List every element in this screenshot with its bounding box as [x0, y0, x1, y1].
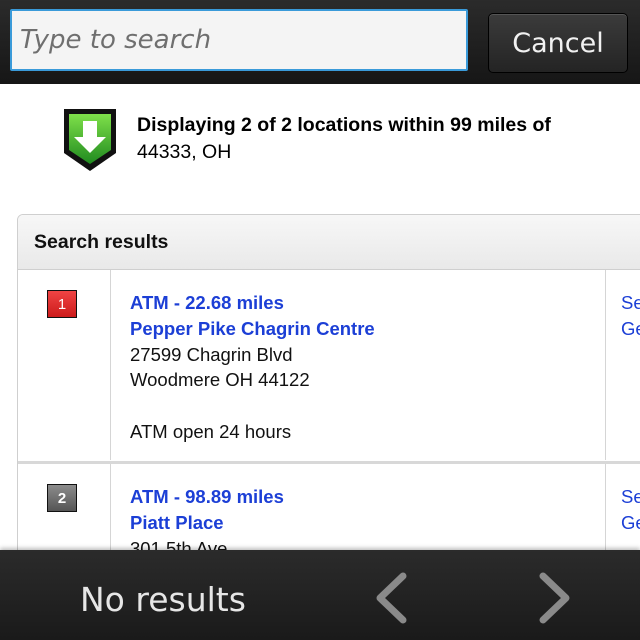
chevron-left-icon[interactable]	[368, 570, 418, 626]
result-link-2[interactable]: Ge	[621, 316, 640, 342]
result-link-1[interactable]: Se	[621, 484, 640, 510]
result-note: ATM open 24 hours	[130, 421, 292, 442]
results-header-title: Search results	[34, 230, 169, 253]
chevron-right-icon[interactable]	[528, 570, 578, 626]
result-links: Se Ge	[605, 270, 640, 460]
result-title-link[interactable]: ATM - 22.68 miles	[130, 290, 284, 316]
search-input[interactable]	[10, 9, 468, 71]
result-title-link[interactable]: ATM - 98.89 miles	[130, 484, 284, 510]
result-row[interactable]: 1 ATM - 22.68 miles Pepper Pike Chagrin …	[18, 270, 640, 460]
result-name-link[interactable]: Pepper Pike Chagrin Centre	[130, 316, 375, 342]
results-summary: Displaying 2 of 2 locations within 99 mi…	[137, 114, 551, 136]
find-bar: No results	[0, 550, 640, 640]
result-link-2[interactable]: Ge	[621, 510, 640, 536]
download-arrow-icon	[64, 109, 116, 171]
result-name-link[interactable]: Piatt Place	[130, 510, 224, 536]
search-location: 44333, OH	[137, 141, 232, 163]
results-header: Search results	[18, 215, 640, 270]
cancel-button[interactable]: Cancel	[488, 13, 628, 73]
result-link-1[interactable]: Se	[621, 290, 640, 316]
result-number-badge: 1	[47, 290, 77, 318]
result-address-line2: Woodmere OH 44122	[130, 369, 310, 390]
result-number-badge: 2	[47, 484, 77, 512]
search-results-panel: Search results 1 ATM - 22.68 miles Peppe…	[17, 214, 640, 576]
search-bar: Cancel	[0, 0, 640, 84]
result-address-line1: 27599 Chagrin Blvd	[130, 344, 293, 365]
match-status: No results	[80, 580, 246, 619]
result-number-cell: 1	[18, 270, 111, 460]
